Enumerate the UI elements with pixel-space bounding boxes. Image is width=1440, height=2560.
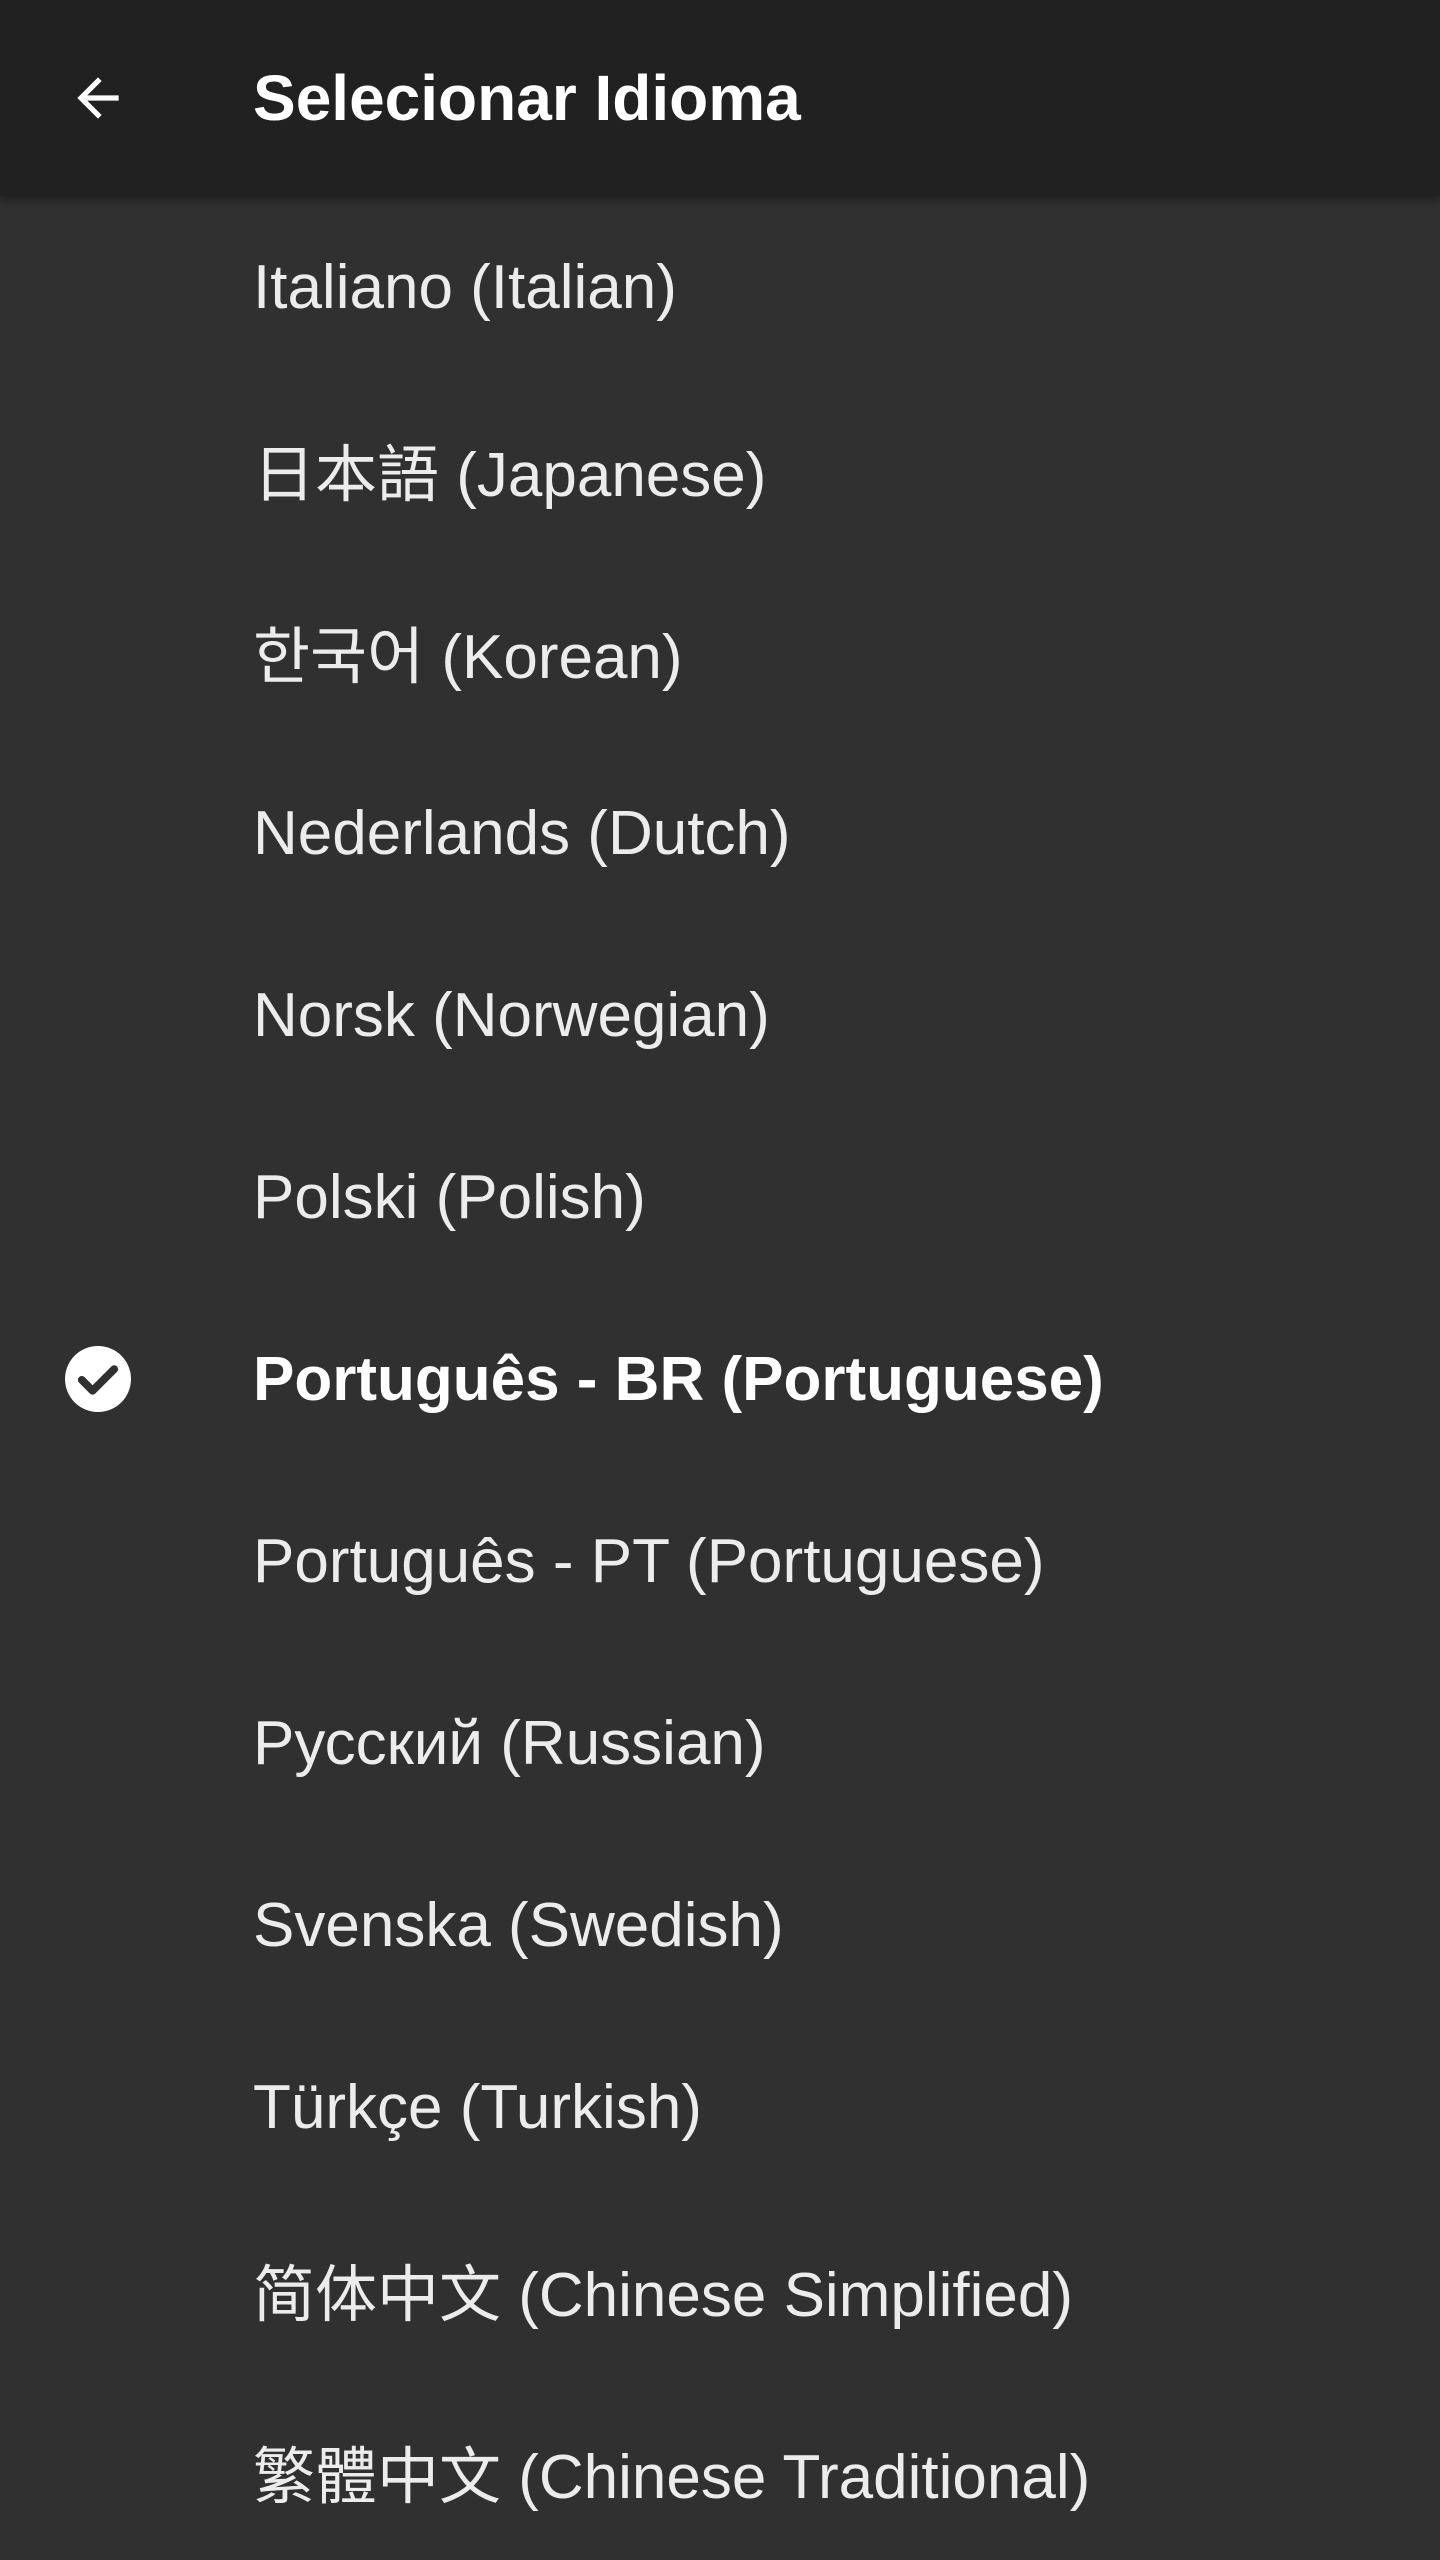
language-item-dutch[interactable]: Nederlands (Dutch) bbox=[0, 742, 1440, 924]
language-item-portuguese-pt[interactable]: Português - PT (Portuguese) bbox=[0, 1470, 1440, 1652]
language-item-turkish[interactable]: Türkçe (Turkish) bbox=[0, 2016, 1440, 2198]
language-item-swedish[interactable]: Svenska (Swedish) bbox=[0, 1834, 1440, 2016]
language-label: 繁體中文 (Chinese Traditional) bbox=[253, 2443, 1091, 2512]
back-button[interactable] bbox=[34, 34, 162, 162]
language-label: 한국어 (Korean) bbox=[253, 623, 683, 692]
language-item-italian[interactable]: Italiano (Italian) bbox=[0, 196, 1440, 378]
language-label: 日本語 (Japanese) bbox=[253, 441, 767, 510]
language-label: Türkçe (Turkish) bbox=[253, 2072, 702, 2142]
check-circle-icon bbox=[62, 1343, 134, 1415]
language-item-russian[interactable]: Русский (Russian) bbox=[0, 1652, 1440, 1834]
language-label: Nederlands (Dutch) bbox=[253, 798, 791, 868]
arrow-back-icon bbox=[77, 77, 119, 119]
page-title: Selecionar Idioma bbox=[253, 62, 801, 134]
language-label: 简体中文 (Chinese Simplified) bbox=[253, 2261, 1073, 2330]
language-label: Русский (Russian) bbox=[253, 1708, 766, 1778]
language-item-korean[interactable]: 한국어 (Korean) bbox=[0, 560, 1440, 742]
language-item-chinese-simplified[interactable]: 简体中文 (Chinese Simplified) bbox=[0, 2198, 1440, 2380]
language-label: Norsk (Norwegian) bbox=[253, 980, 770, 1050]
language-list: Italiano (Italian) 日本語 (Japanese) 한국어 (K… bbox=[0, 196, 1440, 2560]
language-label: Português - PT (Portuguese) bbox=[253, 1526, 1045, 1596]
language-item-norwegian[interactable]: Norsk (Norwegian) bbox=[0, 924, 1440, 1106]
language-item-portuguese-br[interactable]: Português - BR (Portuguese) bbox=[0, 1288, 1440, 1470]
language-label: Português - BR (Portuguese) bbox=[253, 1344, 1104, 1414]
language-label: Polski (Polish) bbox=[253, 1162, 646, 1232]
language-label: Svenska (Swedish) bbox=[253, 1890, 784, 1960]
language-item-polish[interactable]: Polski (Polish) bbox=[0, 1106, 1440, 1288]
app-bar: Selecionar Idioma bbox=[0, 0, 1440, 196]
language-item-japanese[interactable]: 日本語 (Japanese) bbox=[0, 378, 1440, 560]
language-label: Italiano (Italian) bbox=[253, 252, 677, 322]
language-item-chinese-traditional[interactable]: 繁體中文 (Chinese Traditional) bbox=[0, 2380, 1440, 2560]
